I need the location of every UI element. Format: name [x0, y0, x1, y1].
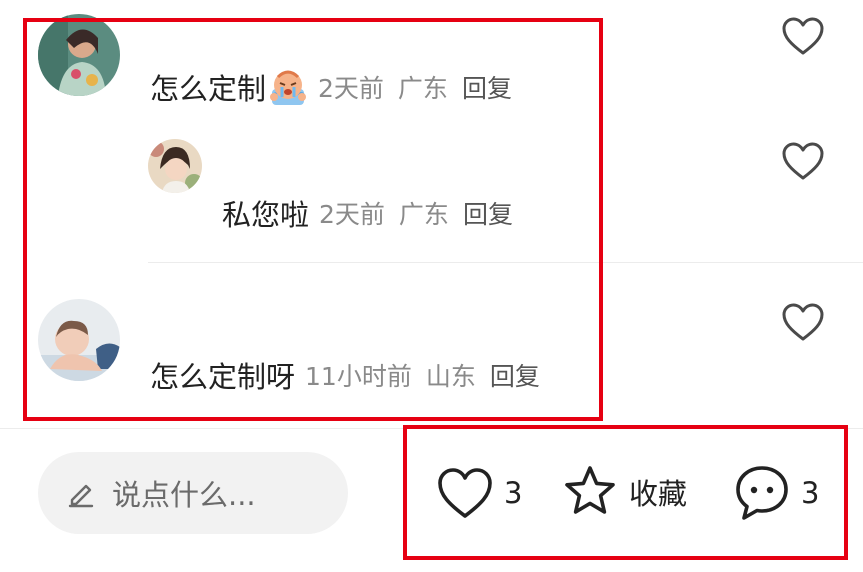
avatar[interactable]: [148, 139, 202, 193]
pencil-icon: [68, 484, 94, 508]
like-button[interactable]: 3: [436, 466, 522, 520]
reply-button[interactable]: 回复: [463, 195, 513, 231]
comment-location: 广东: [397, 74, 448, 103]
bottom-bar-divider: [0, 428, 863, 429]
avatar[interactable]: [38, 14, 120, 96]
comment-line: 怎么定制呀 11小时前 山东 回复: [150, 354, 540, 396]
comment-count: 3: [801, 476, 820, 510]
comment-button[interactable]: 3: [733, 463, 819, 523]
heart-icon: [782, 17, 824, 55]
heart-icon: [782, 142, 824, 180]
divider: [148, 262, 863, 263]
collect-label: 收藏: [629, 477, 688, 511]
crying-face-sticker-icon: [268, 67, 308, 107]
comment-location: 广东: [398, 200, 449, 229]
star-icon: [565, 466, 615, 514]
heart-icon: [438, 468, 492, 518]
comment-line: 怎么定制 2天前 广东 回复: [150, 66, 512, 108]
comment-input[interactable]: 说点什么...: [38, 452, 348, 534]
comment-time: 2天前: [319, 200, 385, 229]
chat-bubble-icon: [736, 466, 788, 520]
comment-time: 2天前: [318, 74, 384, 103]
comment-line: 私您啦 2天前 广东 回复: [222, 192, 513, 234]
avatar[interactable]: [38, 299, 120, 381]
reply-button[interactable]: 回复: [490, 357, 540, 393]
heart-icon: [782, 303, 824, 341]
like-count: 3: [504, 476, 523, 510]
comment-like-button[interactable]: [781, 302, 825, 342]
comment-like-button[interactable]: [781, 16, 825, 56]
collect-button[interactable]: 收藏: [561, 463, 687, 521]
comment-text: 怎么定制呀: [150, 360, 296, 394]
comment-like-button[interactable]: [781, 141, 825, 181]
comment-location: 山东: [425, 362, 476, 391]
comment-time: 11小时前: [305, 362, 412, 391]
comment-text: 怎么定制: [150, 72, 267, 106]
comment-text: 私您啦: [222, 198, 310, 232]
comment-input-placeholder: 说点什么...: [112, 478, 256, 512]
reply-button[interactable]: 回复: [462, 69, 512, 105]
